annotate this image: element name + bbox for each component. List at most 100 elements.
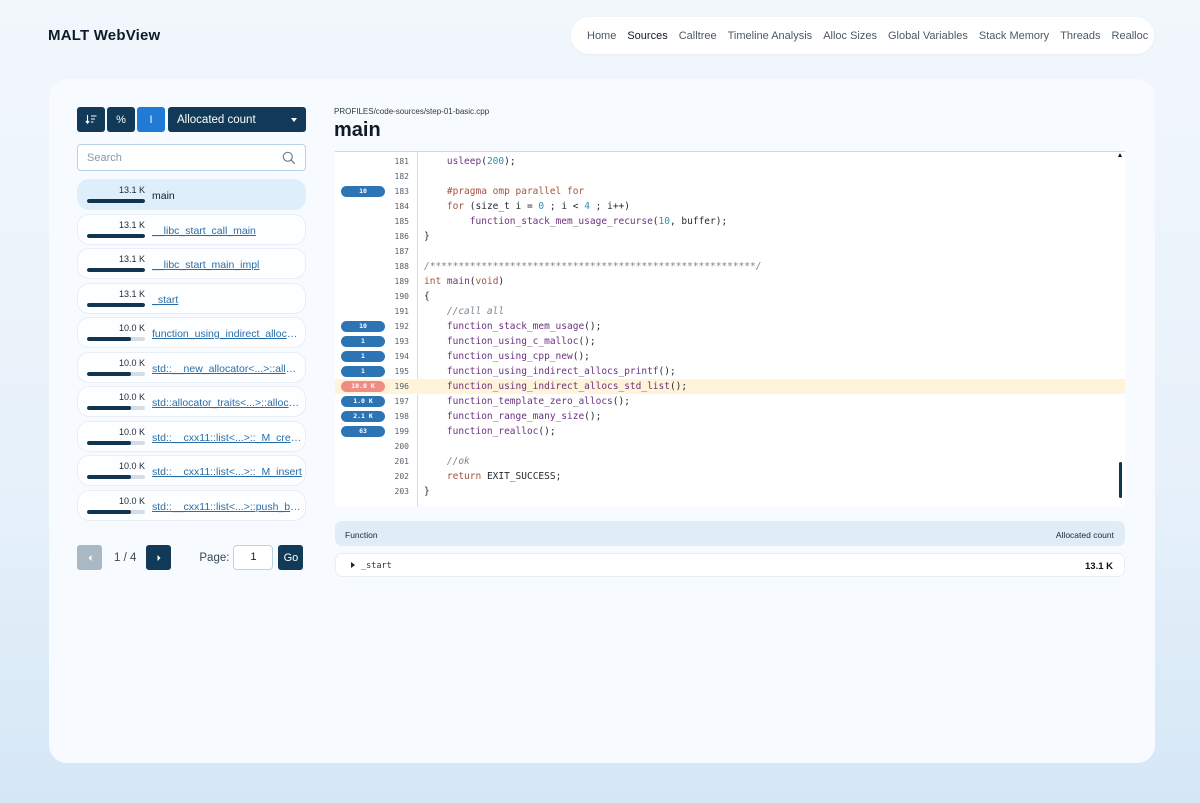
- code-line[interactable]: 182: [335, 169, 1125, 184]
- code-line[interactable]: 1 195 function_using_indirect_allocs_prin…: [335, 364, 1125, 379]
- code-line[interactable]: 202 return EXIT_SUCCESS;: [335, 469, 1125, 484]
- alloc-badge[interactable]: 1.0 K: [341, 396, 385, 407]
- nav-stack-memory[interactable]: Stack Memory: [979, 30, 1049, 42]
- function-link[interactable]: main: [152, 190, 302, 202]
- page-indicator: 1 / 4: [114, 551, 137, 564]
- function-link[interactable]: std::__new_allocator<...>::allocate: [152, 363, 302, 375]
- function-link[interactable]: std::__cxx11::list<...>::_M_create_node: [152, 432, 302, 444]
- table-row[interactable]: _start 13.1 K: [335, 553, 1125, 577]
- code-line[interactable]: 10.0 K 196 function_using_indirect_allocs…: [335, 379, 1125, 394]
- count-bar-fill: [87, 199, 145, 203]
- code-text: function_realloc();: [446, 426, 556, 437]
- count-bar: [87, 440, 145, 445]
- list-item[interactable]: 13.1 K __libc_start_main_impl: [77, 248, 306, 279]
- function-count: 10.0 K: [118, 323, 145, 333]
- inclusive-toggle-button[interactable]: I: [137, 107, 165, 132]
- function-count: 10.0 K: [118, 392, 145, 402]
- code-line[interactable]: 10 183 #pragma omp parallel for: [335, 184, 1125, 199]
- column-metric[interactable]: Allocated count: [1056, 530, 1114, 540]
- top-nav: Home Sources Calltree Timeline Analysis Allo…: [571, 17, 1154, 54]
- nav-sources[interactable]: Sources: [627, 30, 667, 42]
- code-text: usleep(200);: [446, 156, 516, 167]
- nav-global-variables[interactable]: Global Variables: [888, 30, 968, 42]
- percent-toggle-button[interactable]: %: [107, 107, 135, 132]
- list-item[interactable]: 10.0 Kstd::__new_allocator<...>::allocat…: [77, 351, 306, 383]
- code-line[interactable]: 190 {: [335, 289, 1125, 304]
- code-text: int main(void): [424, 276, 505, 287]
- code-line[interactable]: 1 193 function_using_c_malloc();: [335, 334, 1125, 349]
- code-line[interactable]: 187: [335, 244, 1125, 259]
- function-link[interactable]: __libc_start_main_impl: [152, 259, 302, 271]
- code-line[interactable]: 1 194 function_using_cpp_new();: [335, 349, 1125, 364]
- sort-button[interactable]: [77, 107, 105, 132]
- code-viewer[interactable]: 181 usleep(200); 182 10 183 #pragma omp par…: [335, 151, 1125, 507]
- code-line[interactable]: 63 199 function_realloc();: [335, 424, 1125, 439]
- function-count: 13.1 K: [118, 185, 145, 195]
- list-item[interactable]: 10.0 K function_using_indirect_allocs_std…: [77, 317, 306, 348]
- function-link[interactable]: _start: [152, 294, 302, 306]
- list-item[interactable]: 10.0 Kstd::__cxx11::list<...>::push_back: [77, 489, 306, 521]
- code-text: for (size_t i = 0 ; i < 4 ; i++): [446, 201, 630, 212]
- prev-page-button[interactable]: [77, 545, 102, 570]
- list-item[interactable]: 10.0 Kstd::__cxx11::list<...>::_M_create…: [77, 420, 306, 452]
- alloc-badge[interactable]: 10.0 K: [341, 381, 385, 392]
- list-item[interactable]: 13.1 K main: [77, 179, 306, 210]
- function-link[interactable]: __libc_start_call_main: [152, 225, 302, 237]
- code-text: function_using_indirect_allocs_printf();: [446, 366, 676, 377]
- alloc-badge[interactable]: 63: [341, 426, 385, 437]
- alloc-badge[interactable]: 10: [341, 186, 385, 197]
- code-line[interactable]: 2.1 K 198 function_range_many_size();: [335, 409, 1125, 424]
- nav-home[interactable]: Home: [587, 30, 616, 42]
- code-line[interactable]: 181 usleep(200);: [335, 154, 1125, 169]
- function-count: 10.0 K: [118, 495, 145, 506]
- line-number: 184: [394, 202, 409, 211]
- function-count: 13.1 K: [118, 254, 145, 264]
- code-line[interactable]: 1.0 K 197 function_template_zero_allocs()…: [335, 394, 1125, 409]
- code-line[interactable]: 188 /************************************…: [335, 259, 1125, 274]
- code-line[interactable]: 200: [335, 439, 1125, 454]
- expand-arrow-icon[interactable]: [351, 562, 355, 568]
- alloc-badge[interactable]: 10: [341, 321, 385, 332]
- code-line[interactable]: 184 for (size_t i = 0 ; i < 4 ; i++): [335, 199, 1125, 214]
- column-function[interactable]: Function: [345, 530, 378, 540]
- page-input[interactable]: 1: [233, 545, 274, 570]
- go-button[interactable]: Go: [278, 545, 304, 570]
- alloc-badge[interactable]: 1: [341, 366, 385, 377]
- line-number: 181: [394, 157, 409, 166]
- code-text: #pragma omp parallel for: [446, 186, 585, 197]
- code-text: function_using_c_malloc();: [446, 336, 596, 347]
- code-line[interactable]: 10 192 function_stack_mem_usage();: [335, 319, 1125, 334]
- alloc-badge[interactable]: 2.1 K: [341, 411, 385, 422]
- line-number: 193: [394, 337, 409, 346]
- search-input[interactable]: [78, 145, 268, 170]
- nav-calltree[interactable]: Calltree: [679, 30, 717, 42]
- next-page-button[interactable]: [146, 545, 172, 570]
- alloc-badge[interactable]: 1: [341, 336, 385, 347]
- code-line[interactable]: 203}: [335, 484, 1125, 499]
- code-line[interactable]: 191 //call all: [335, 304, 1125, 319]
- function-link[interactable]: std::allocator_traits<...>::allocate: [152, 397, 302, 409]
- search-icon[interactable]: [282, 151, 296, 165]
- code-line[interactable]: 185 function_stack_mem_usage_recurse(10,…: [335, 214, 1125, 229]
- code-line[interactable]: 201 //ok: [335, 454, 1125, 469]
- list-item[interactable]: 10.0 Kstd::__cxx11::list<...>::_M_insert: [77, 455, 306, 486]
- nav-alloc-sizes[interactable]: Alloc Sizes: [823, 30, 877, 42]
- code-text: }: [424, 486, 430, 497]
- list-item[interactable]: 13.1 K __libc_start_call_main: [77, 213, 306, 245]
- list-item[interactable]: 10.0 Kstd::allocator_traits<...>::alloca…: [77, 386, 306, 417]
- count-bar: [87, 337, 145, 341]
- function-link[interactable]: std::__cxx11::list<...>::push_back: [152, 501, 302, 513]
- nav-threads[interactable]: Threads: [1060, 30, 1100, 42]
- line-number: 182: [394, 172, 409, 181]
- metric-select[interactable]: Allocated count: [168, 107, 306, 132]
- function-link[interactable]: function_using_indirect_allocs_std_list: [152, 328, 302, 340]
- function-link[interactable]: std::__cxx11::list<...>::_M_insert: [152, 466, 302, 478]
- code-line[interactable]: 189 int main(void): [335, 274, 1125, 289]
- code-line[interactable]: 186}: [335, 229, 1125, 244]
- code-text: //call all: [446, 306, 505, 317]
- alloc-badge[interactable]: 1: [341, 351, 385, 362]
- list-item[interactable]: 13.1 K _start: [77, 282, 306, 314]
- nav-timeline-analysis[interactable]: Timeline Analysis: [728, 30, 813, 42]
- code-text: return EXIT_SUCCESS;: [446, 471, 562, 482]
- nav-realloc[interactable]: Realloc: [1112, 30, 1149, 42]
